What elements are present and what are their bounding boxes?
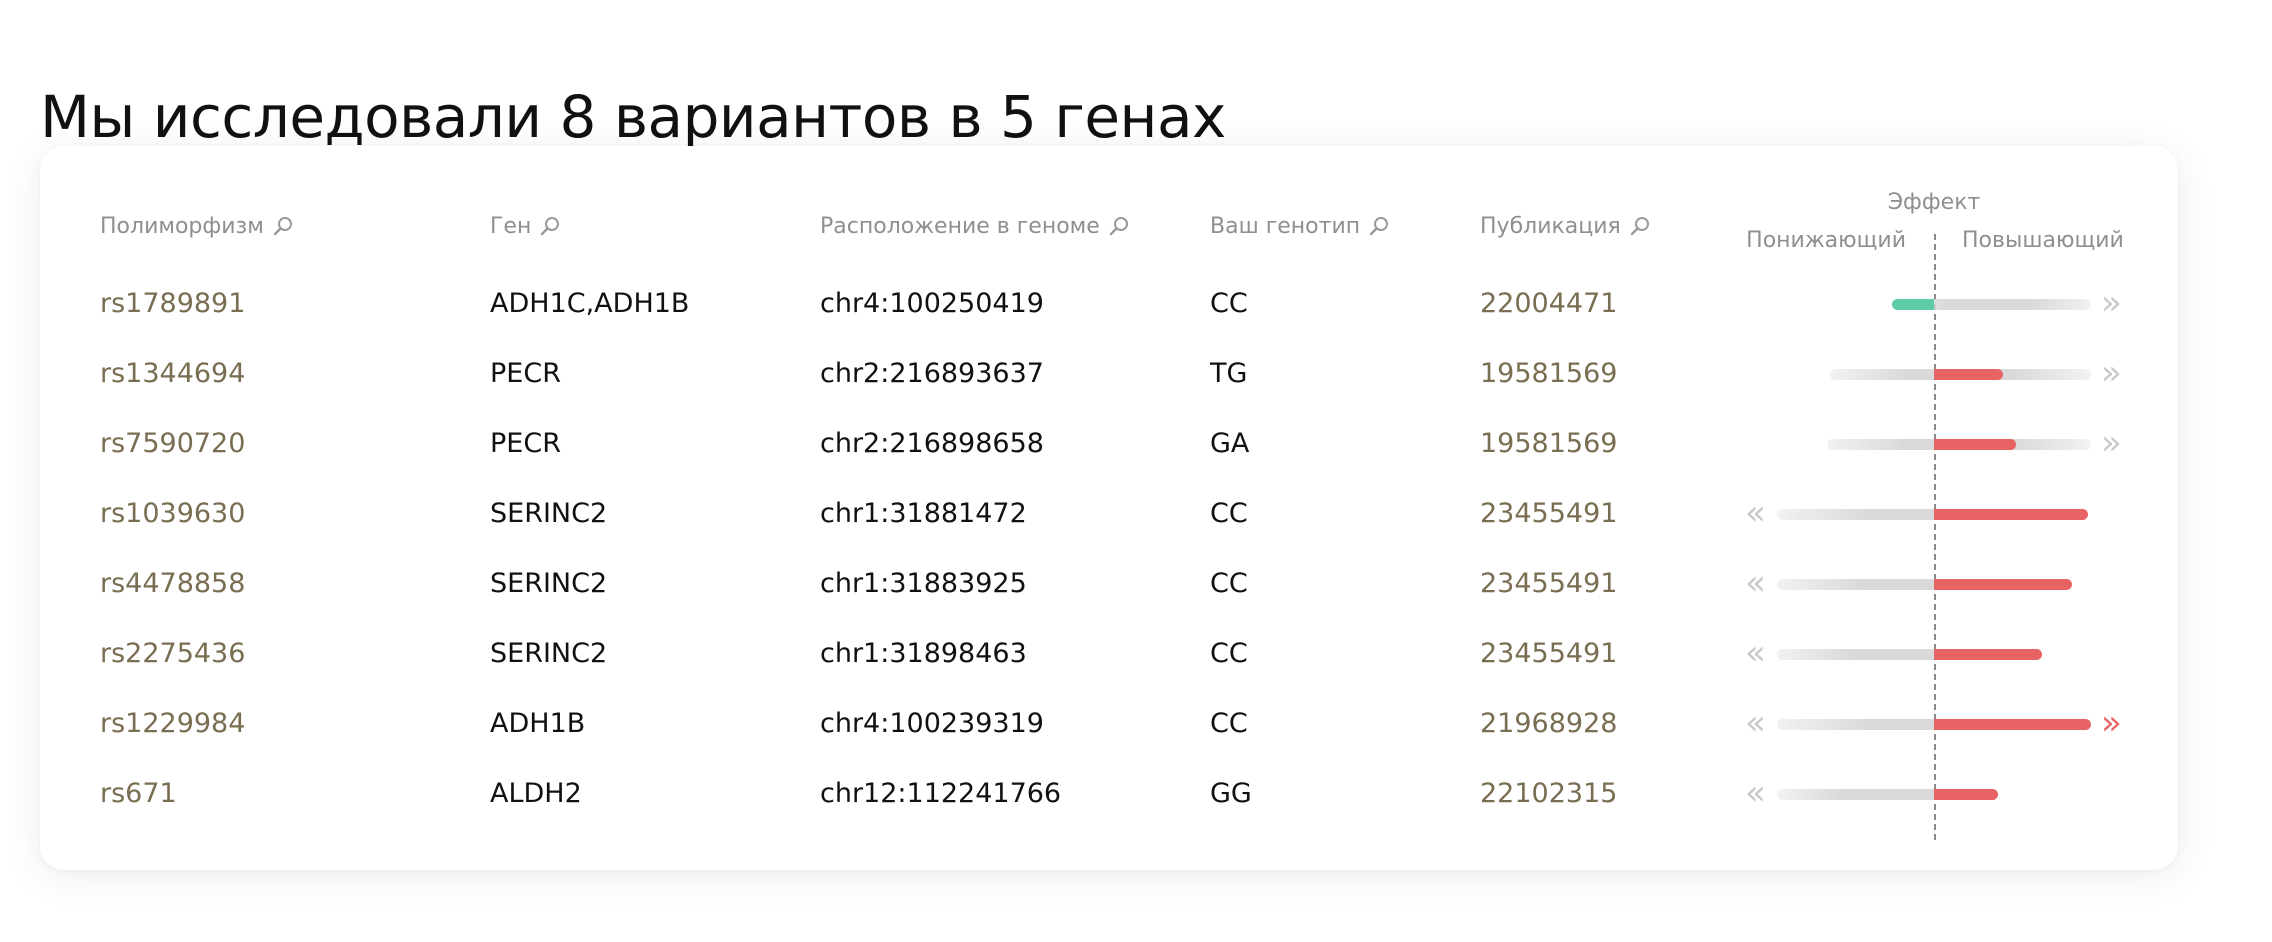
effect-bar: « — [40, 618, 2178, 688]
effect-fill-increase — [1934, 579, 2073, 590]
effect-bar: «» — [40, 688, 2178, 758]
column-header-gene[interactable]: Ген — [490, 208, 561, 244]
table-row: rs4478858 SERINC2 chr1:31883925 CC 23455491 « — [40, 548, 2178, 618]
table-row: rs1344694 PECR chr2:216893637 TG 19581569» — [40, 338, 2178, 408]
chevron-double-left-icon: « — [1745, 563, 1766, 603]
column-header-label: Ген — [490, 213, 532, 239]
effect-bar: « — [40, 758, 2178, 828]
chevron-double-left-icon: « — [1745, 773, 1766, 813]
column-header-label: Ваш генотип — [1210, 213, 1361, 239]
column-header-genotype[interactable]: Ваш генотип — [1210, 208, 1390, 244]
table-row: rs1039630 SERINC2 chr1:31881472 CC 23455491 « — [40, 478, 2178, 548]
chevron-double-left-icon: « — [1745, 493, 1766, 533]
chevron-double-right-icon: » — [2101, 703, 2122, 743]
column-header-label: Расположение в геноме — [820, 213, 1100, 239]
column-header-publication[interactable]: Публикация — [1480, 208, 1651, 244]
effect-fill-increase — [1934, 369, 2004, 380]
effect-bar: » — [40, 338, 2178, 408]
effect-increasing-label: Повышающий — [1962, 228, 2124, 253]
search-icon[interactable] — [539, 215, 561, 237]
search-icon[interactable] — [1108, 215, 1130, 237]
column-header-location[interactable]: Расположение в геноме — [820, 208, 1130, 244]
table-row: rs671 ALDH2 chr12:112241766 GG 22102315 « — [40, 758, 2178, 828]
variants-table-card: Полиморфизм Ген Расположение в геноме Ваш г… — [40, 146, 2178, 870]
effect-fill-increase — [1934, 439, 2016, 450]
chevron-double-left-icon: « — [1745, 633, 1766, 673]
table-row: rs2275436 SERINC2 chr1:31898463 CC 23455491 « — [40, 618, 2178, 688]
chevron-double-left-icon: « — [1745, 703, 1766, 743]
page: Мы исследовали 8 вариантов в 5 генах Пол… — [0, 0, 2272, 942]
effect-fill-decrease — [1891, 299, 1934, 310]
effect-bar: » — [40, 268, 2178, 338]
search-icon[interactable] — [1629, 215, 1651, 237]
effect-decreasing-label: Понижающий — [1746, 228, 1906, 253]
effect-fill-increase — [1934, 719, 2091, 730]
column-header-label: Полиморфизм — [100, 213, 264, 239]
search-icon[interactable] — [272, 215, 294, 237]
effect-fill-increase — [1934, 509, 2088, 520]
chevron-double-right-icon: » — [2101, 283, 2122, 323]
column-header-polymorphism[interactable]: Полиморфизм — [100, 208, 294, 244]
search-icon[interactable] — [1368, 215, 1390, 237]
table-row: rs1229984 ADH1B chr4:100239319 CC 21968928 «» — [40, 688, 2178, 758]
effect-bar: « — [40, 478, 2178, 548]
chevron-double-right-icon: » — [2101, 423, 2122, 463]
table-row: rs1789891 ADH1C,ADH1B chr4:100250419 CC 2200… — [40, 268, 2178, 338]
table-row: rs7590720 PECR chr2:216898658 GA 19581569» — [40, 408, 2178, 478]
effect-fill-increase — [1934, 649, 2043, 660]
column-header-label: Публикация — [1480, 213, 1621, 239]
page-title: Мы исследовали 8 вариантов в 5 генах — [40, 82, 1226, 151]
effect-bar: « — [40, 548, 2178, 618]
effect-bar: » — [40, 408, 2178, 478]
effect-fill-increase — [1934, 789, 1999, 800]
effect-title-label: Эффект — [1887, 190, 1981, 215]
chevron-double-right-icon: » — [2101, 353, 2122, 393]
